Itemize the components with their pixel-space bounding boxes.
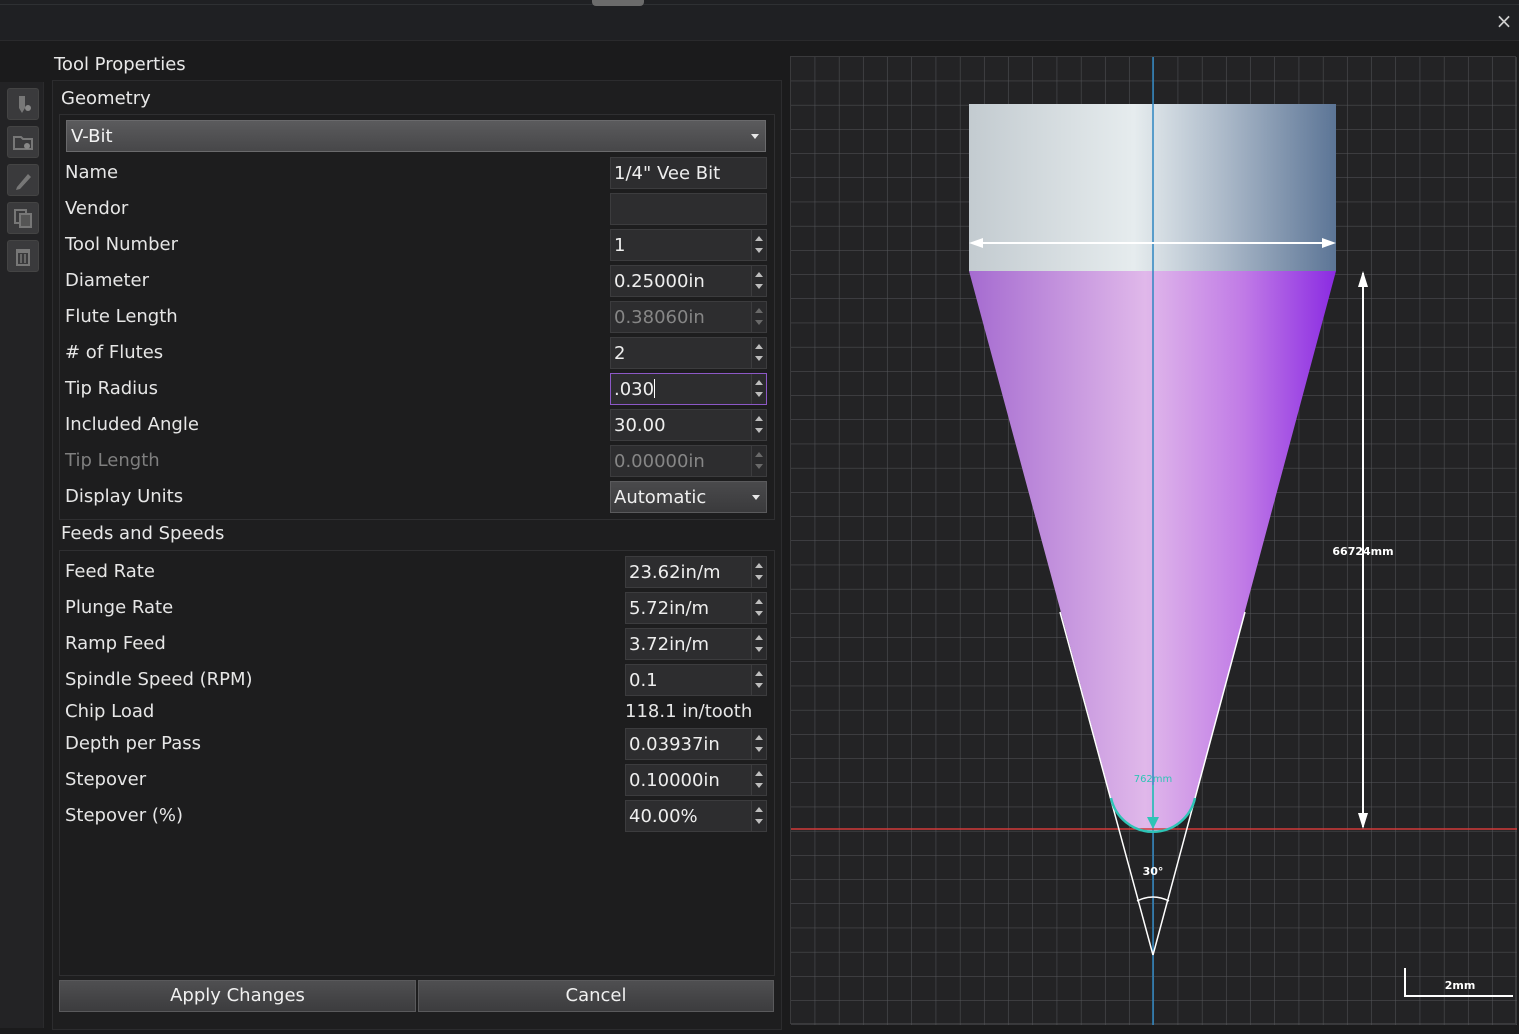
vendor-label: Vendor	[65, 198, 129, 219]
feeds-group-title: Feeds and Speeds	[61, 523, 225, 544]
name-value: 1/4" Vee Bit	[614, 163, 721, 184]
spindle-speed-field[interactable]: 0.1	[625, 664, 767, 696]
name-field[interactable]: 1/4" Vee Bit	[610, 157, 767, 189]
num-flutes-label: # of Flutes	[65, 342, 164, 363]
tip-length-spinner[interactable]	[751, 446, 766, 476]
copy-icon[interactable]	[7, 202, 39, 234]
text-cursor	[654, 379, 656, 398]
plunge-rate-label: Plunge Rate	[65, 597, 174, 618]
tip-length-value: 0.00000in	[614, 451, 705, 472]
num-flutes-value: 2	[614, 343, 626, 364]
folder-icon[interactable]	[7, 126, 39, 158]
num-flutes-spinner[interactable]	[751, 338, 766, 368]
stepover-pct-value: 40.00%	[629, 806, 698, 827]
geometry-group-title: Geometry	[61, 88, 151, 109]
vendor-field[interactable]	[610, 193, 767, 225]
feed-rate-field[interactable]: 23.62in/m	[625, 556, 767, 588]
depth-per-pass-field[interactable]: 0.03937in	[625, 728, 767, 760]
included-angle-label: Included Angle	[65, 414, 199, 435]
tool-icon[interactable]	[7, 88, 39, 120]
scale-label: 2mm	[1445, 979, 1476, 992]
diameter-label: Diameter	[65, 270, 150, 291]
spindle-speed-value: 0.1	[629, 670, 658, 691]
title-bar-line	[0, 4, 1519, 5]
tip-radius-field[interactable]: .030	[610, 373, 767, 405]
tip-length-label: Tip Length	[65, 450, 160, 471]
plunge-rate-spinner[interactable]	[751, 593, 766, 623]
pencil-icon[interactable]	[7, 164, 39, 196]
chip-load-label: Chip Load	[65, 701, 155, 722]
tip-radius-value: .030	[614, 379, 655, 400]
tip-radius-label: Tip Radius	[65, 378, 158, 399]
included-angle-spinner[interactable]	[751, 410, 766, 440]
ramp-feed-value: 3.72in/m	[629, 634, 710, 655]
name-label: Name	[65, 162, 119, 183]
cancel-button[interactable]: Cancel	[418, 980, 774, 1012]
length-dimension-label: 66724mm	[1332, 545, 1393, 558]
flute-length-label: Flute Length	[65, 306, 178, 327]
tool-number-spinner[interactable]	[751, 230, 766, 260]
feed-rate-spinner[interactable]	[751, 557, 766, 587]
angle-label: 30°	[1143, 865, 1164, 878]
diameter-value: 0.25000in	[614, 271, 705, 292]
num-flutes-field[interactable]: 2	[610, 337, 767, 369]
ramp-feed-label: Ramp Feed	[65, 633, 166, 654]
stepover-spinner[interactable]	[751, 765, 766, 795]
stepover-field[interactable]: 0.10000in	[625, 764, 767, 796]
tool-type-dropdown[interactable]: V-Bit	[66, 120, 766, 152]
tool-number-value: 1	[614, 235, 626, 256]
ramp-feed-field[interactable]: 3.72in/m	[625, 628, 767, 660]
tip-radius-input[interactable]: .030	[614, 379, 656, 400]
app-logo	[592, 0, 644, 6]
tip-length-field[interactable]: 0.00000in	[610, 445, 767, 477]
feed-rate-value: 23.62in/m	[629, 562, 721, 583]
spindle-speed-label: Spindle Speed (RPM)	[65, 669, 253, 690]
stepover-value: 0.10000in	[629, 770, 720, 791]
depth-per-pass-value: 0.03937in	[629, 734, 720, 755]
chip-load-value: 118.1 in/tooth	[625, 701, 753, 722]
plunge-rate-value: 5.72in/m	[629, 598, 710, 619]
chevron-down-icon	[751, 134, 759, 139]
apply-changes-button[interactable]: Apply Changes	[59, 980, 416, 1012]
plunge-rate-field[interactable]: 5.72in/m	[625, 592, 767, 624]
title-bar: ×	[0, 0, 1519, 41]
close-icon[interactable]: ×	[1493, 10, 1515, 32]
stepover-pct-field[interactable]: 40.00%	[625, 800, 767, 832]
stepover-label: Stepover	[65, 769, 147, 790]
display-units-dropdown[interactable]: Automatic	[610, 481, 767, 513]
stepover-pct-label: Stepover (%)	[65, 805, 183, 826]
panel-title: Tool Properties	[54, 54, 186, 75]
spindle-speed-spinner[interactable]	[751, 665, 766, 695]
tool-number-field[interactable]: 1	[610, 229, 767, 261]
depth-per-pass-spinner[interactable]	[751, 729, 766, 759]
tool-sidebar	[0, 82, 44, 1028]
feed-rate-label: Feed Rate	[65, 561, 155, 582]
flute-length-spinner[interactable]	[751, 302, 766, 332]
flute-length-field[interactable]: 0.38060in	[610, 301, 767, 333]
display-units-label: Display Units	[65, 486, 184, 507]
diameter-spinner[interactable]	[751, 266, 766, 296]
tip-radius-spinner[interactable]	[751, 374, 766, 404]
tool-type-value: V-Bit	[71, 126, 113, 147]
flute-length-value: 0.38060in	[614, 307, 705, 328]
stepover-pct-spinner[interactable]	[751, 801, 766, 831]
diameter-field[interactable]: 0.25000in	[610, 265, 767, 297]
tip-radius-dimension-label: 762mm	[1134, 774, 1173, 785]
depth-per-pass-label: Depth per Pass	[65, 733, 202, 754]
ramp-feed-spinner[interactable]	[751, 629, 766, 659]
chevron-down-icon	[752, 495, 760, 500]
tool-preview: 66724mm 30° 762mm 2mm	[790, 56, 1517, 1025]
trash-icon[interactable]	[7, 240, 39, 272]
display-units-value: Automatic	[614, 487, 707, 508]
included-angle-field[interactable]: 30.00	[610, 409, 767, 441]
tool-preview-canvas: 66724mm 30° 762mm 2mm	[791, 57, 1517, 1025]
included-angle-value: 30.00	[614, 415, 666, 436]
tool-number-label: Tool Number	[65, 234, 178, 255]
